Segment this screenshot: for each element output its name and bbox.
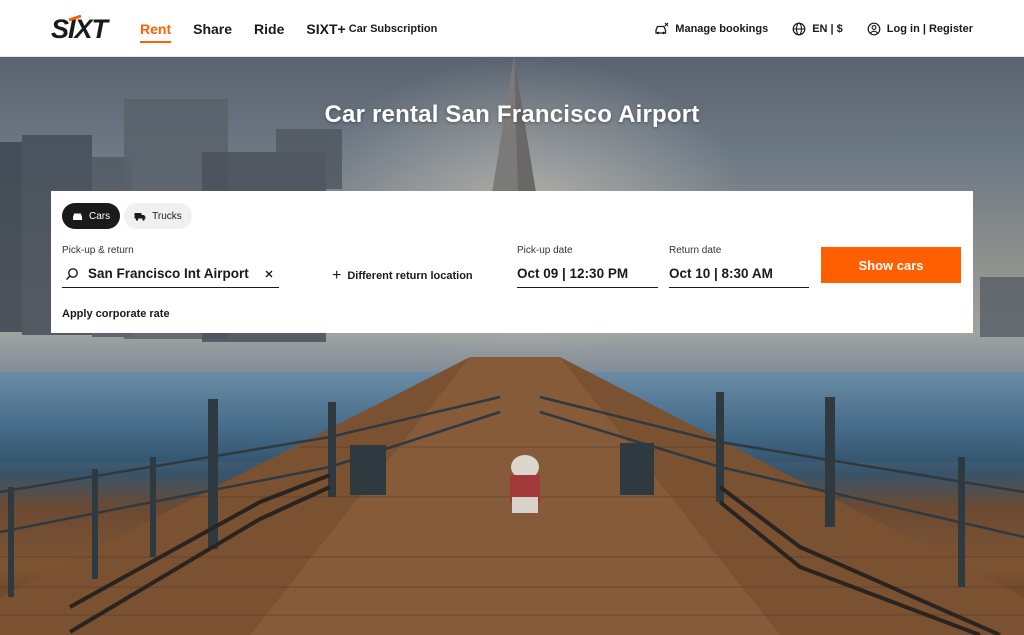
- locale-selector[interactable]: EN | $: [792, 22, 843, 36]
- sixt-logo[interactable]: SIXT: [51, 14, 120, 42]
- skyline-building: [0, 142, 22, 332]
- login-register-label: Log in | Register: [886, 22, 973, 35]
- vehicle-type-tabs: Cars Trucks: [62, 203, 196, 229]
- return-date-label: Return date: [669, 245, 722, 256]
- tab-cars[interactable]: Cars: [62, 203, 121, 229]
- svg-text:SIXT: SIXT: [51, 14, 111, 42]
- car-booking-icon: [655, 22, 669, 34]
- skyline-building: [980, 277, 1024, 337]
- booking-widget: Cars Trucks Pick-up & return San Francis…: [51, 191, 973, 333]
- tab-trucks[interactable]: Trucks: [124, 203, 192, 229]
- tab-trucks-label: Trucks: [152, 210, 182, 222]
- pickup-date-field[interactable]: Oct 09 | 12:30 PM: [517, 260, 658, 288]
- nav-share-label: Share: [193, 20, 233, 37]
- nav-sixt-plus-sub: Car Subscription: [348, 22, 438, 35]
- pickup-location-input[interactable]: San Francisco Int Airport: [62, 260, 279, 288]
- pickup-date-value: Oct 09 | 12:30 PM: [517, 266, 629, 281]
- tab-cars-label: Cars: [89, 210, 111, 222]
- nav-ride[interactable]: Ride: [254, 0, 284, 57]
- different-return-label: Different return location: [347, 270, 473, 282]
- nav-share[interactable]: Share: [193, 0, 232, 57]
- show-cars-button[interactable]: Show cars: [821, 247, 961, 283]
- pier-deck: [0, 357, 1024, 635]
- nav-ride-label: Ride: [254, 20, 285, 37]
- manage-bookings-label: Manage bookings: [675, 22, 769, 35]
- return-date-value: Oct 10 | 8:30 AM: [669, 266, 773, 281]
- hero-banner: Car rental San Francisco Airport: [0, 57, 1024, 635]
- apply-corporate-rate-link[interactable]: Apply corporate rate: [62, 308, 170, 320]
- skyline-building: [276, 129, 342, 189]
- different-return-location-button[interactable]: + Different return location: [332, 267, 473, 285]
- login-register-link[interactable]: Log in | Register: [867, 22, 973, 36]
- pickup-return-label: Pick-up & return: [62, 245, 134, 256]
- globe-icon: [792, 22, 806, 35]
- nav-sixt-plus-label: SIXT+: [306, 20, 346, 37]
- pickup-location-value: San Francisco Int Airport: [88, 266, 249, 281]
- plus-icon: +: [332, 267, 342, 284]
- truck-icon: [134, 212, 146, 221]
- search-icon: [65, 267, 78, 280]
- hero-title: Car rental San Francisco Airport: [324, 101, 700, 128]
- manage-bookings-link[interactable]: Manage bookings: [654, 22, 768, 36]
- top-header: SIXT Rent Share Ride SIXT+ Car Subscript…: [0, 0, 1024, 57]
- nav-rent[interactable]: Rent: [140, 0, 172, 57]
- header-actions: Manage bookings EN | $ Log in | Register: [630, 0, 973, 57]
- locale-label: EN | $: [812, 22, 843, 35]
- main-nav: Rent Share Ride SIXT+ Car Subscription: [140, 0, 459, 57]
- car-icon: [73, 213, 82, 220]
- nav-sixt-plus[interactable]: SIXT+ Car Subscription: [306, 0, 437, 57]
- clear-icon[interactable]: [265, 270, 273, 278]
- nav-rent-label: Rent: [140, 20, 172, 37]
- pickup-date-label: Pick-up date: [517, 245, 573, 256]
- user-icon: [867, 22, 881, 35]
- return-date-field[interactable]: Oct 10 | 8:30 AM: [669, 260, 809, 288]
